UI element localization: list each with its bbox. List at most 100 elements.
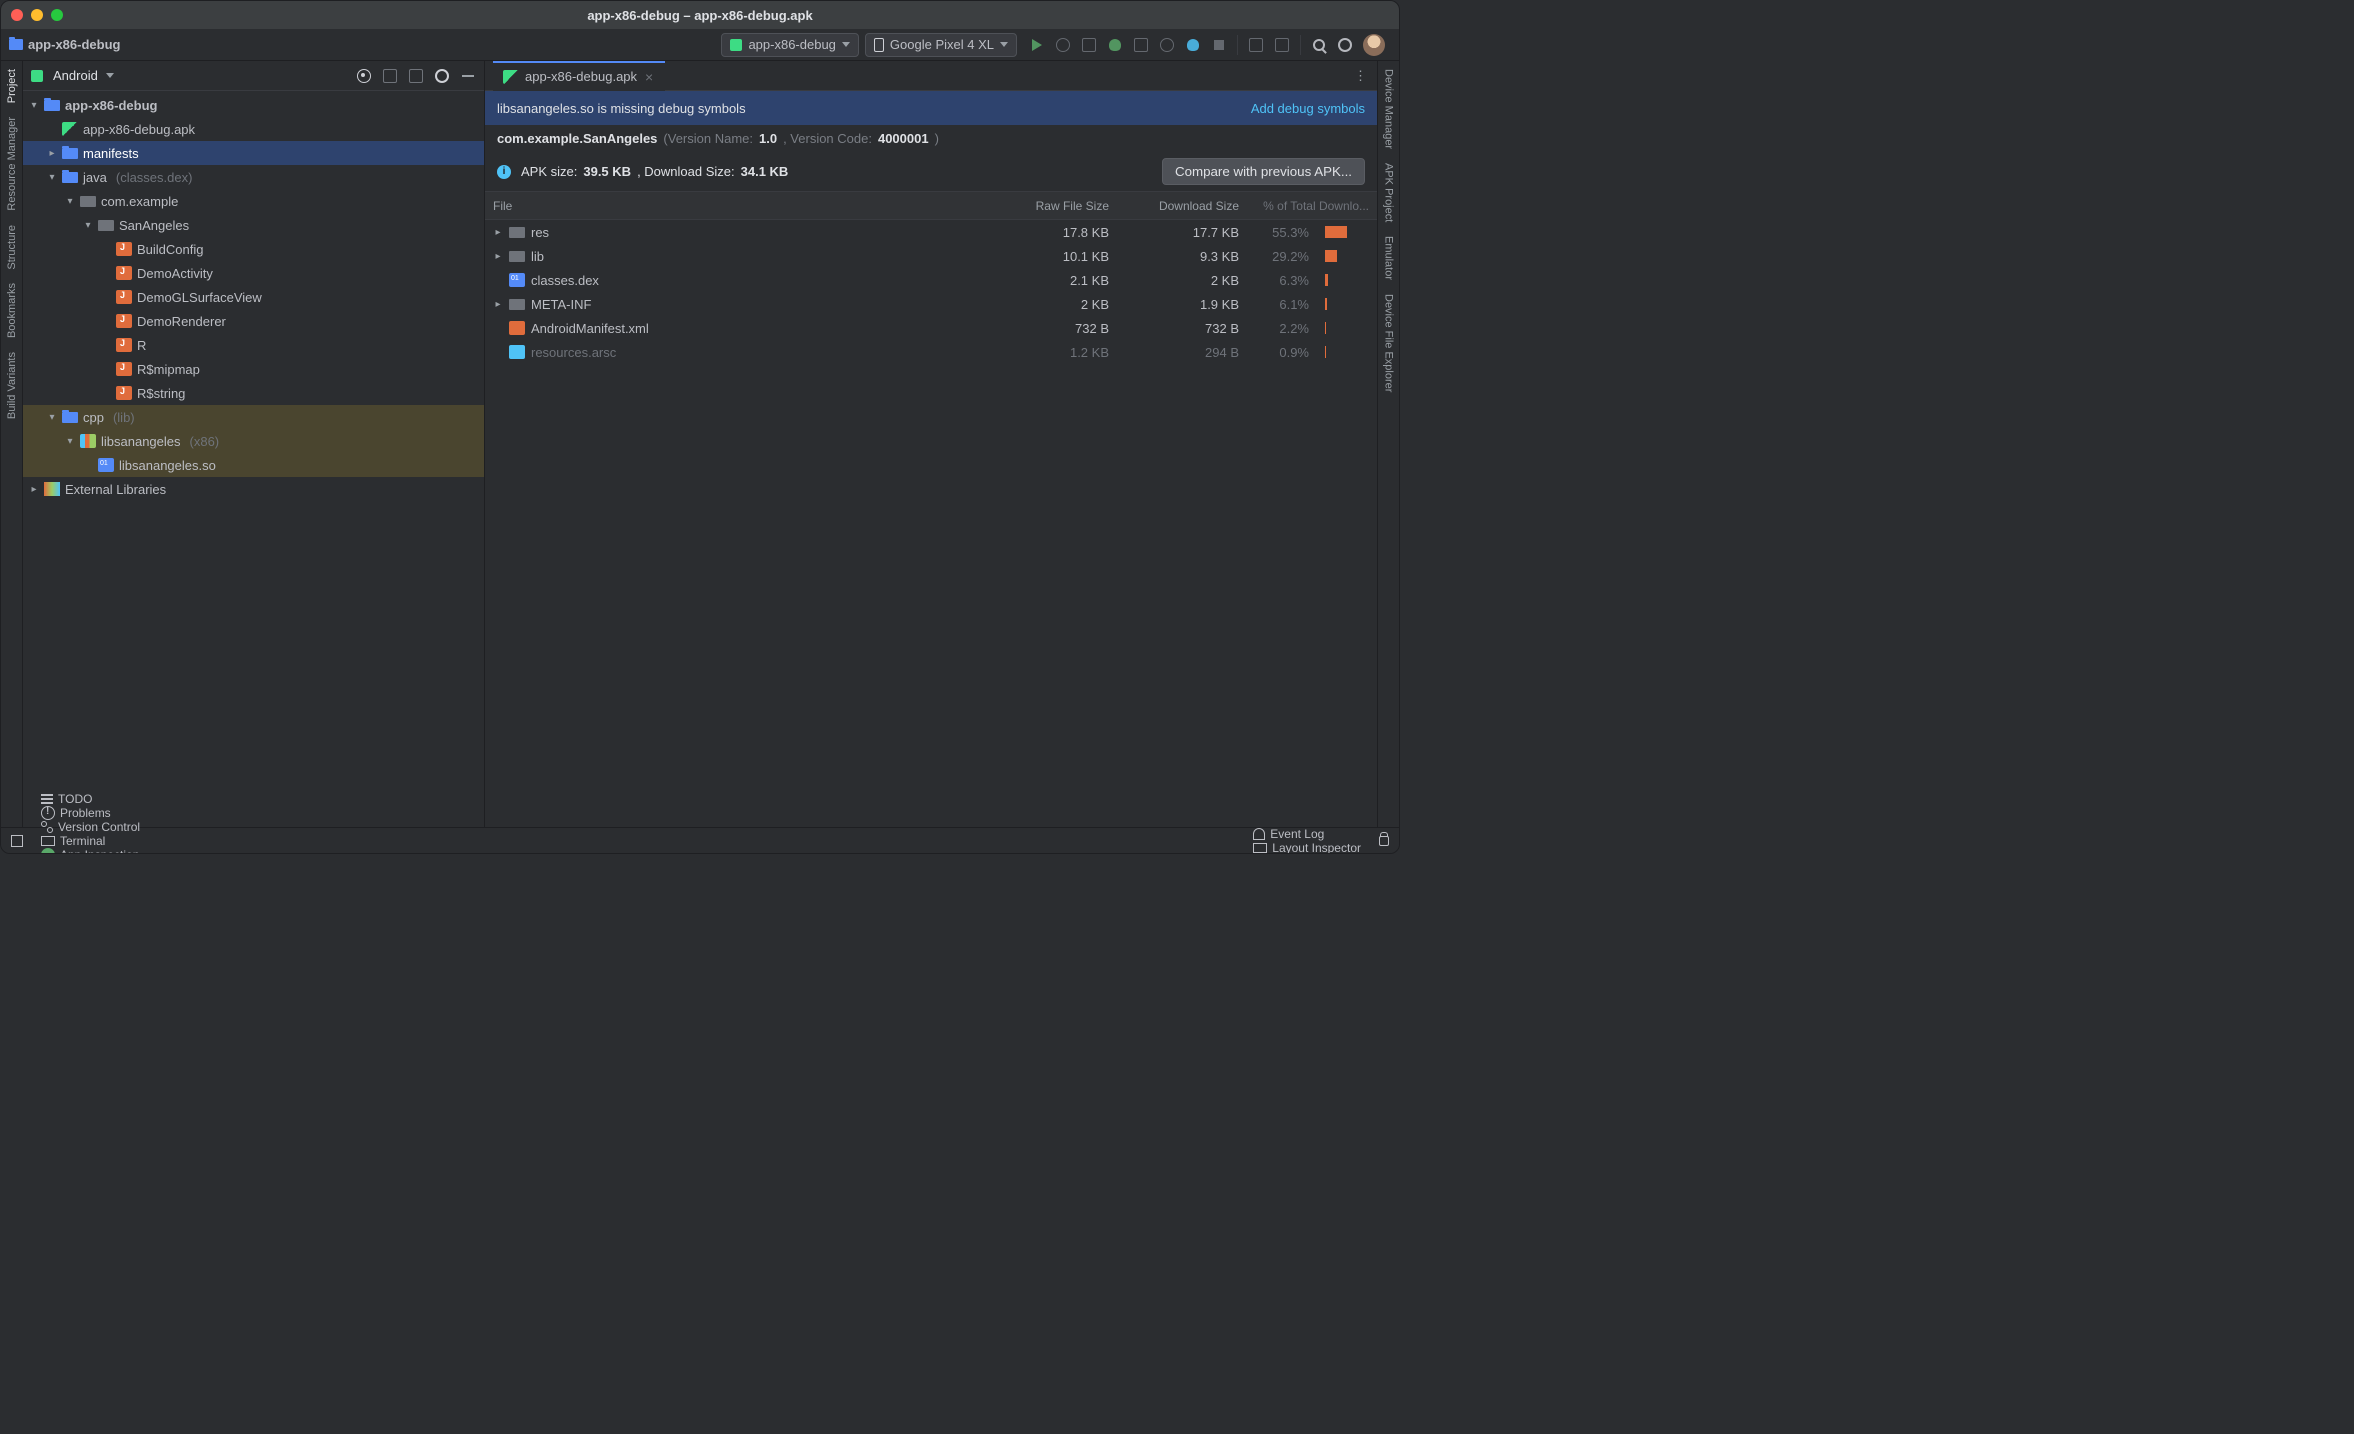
tool-window-tab[interactable]: Resource Manager [6,117,18,211]
window-zoom-icon[interactable] [51,9,63,21]
disclosure-arrow[interactable] [493,227,503,238]
disclosure-arrow[interactable] [83,220,93,231]
project-view-selector[interactable]: Android [53,68,98,83]
tool-window-tab[interactable]: Emulator [1383,236,1395,280]
status-bar-item[interactable]: Terminal [41,834,140,848]
rerun-button[interactable] [1055,37,1071,53]
col-header-pct[interactable]: % of Total Downlo... [1247,199,1377,213]
tool-window-tab[interactable]: Device Manager [1383,69,1395,149]
table-row[interactable]: META-INF2 KB1.9 KB6.1% [485,292,1377,316]
status-bar-item[interactable]: Layout Inspector [1253,841,1361,855]
editor-tab[interactable]: app-x86-debug.apk × [493,61,665,91]
project-tree[interactable]: app-x86-debugapp-x86-debug.apkmanifestsj… [23,91,484,827]
status-bar: TODO Problems Version Control Terminal A… [1,827,1399,853]
tree-row[interactable]: com.example [23,189,484,213]
status-bar-item[interactable]: TODO [41,792,140,806]
table-header-row: File Raw File Size Download Size % of To… [485,192,1377,220]
status-bar-item[interactable]: Event Log [1253,827,1361,841]
folder-icon [62,172,78,183]
disclosure-arrow[interactable] [47,412,57,423]
main-toolbar: app-x86-debug app-x86-debug Google Pixel… [1,29,1399,61]
tab-label: app-x86-debug.apk [525,69,637,84]
compare-apk-button[interactable]: Compare with previous APK... [1162,158,1365,185]
tree-row[interactable]: DemoActivity [23,261,484,285]
percentage-bar [1325,346,1326,358]
table-row[interactable]: resources.arsc1.2 KB294 B0.9% [485,340,1377,364]
disclosure-arrow[interactable] [65,196,75,207]
so-icon [509,273,525,287]
close-tab-button[interactable]: × [643,69,655,85]
apply-changes-icon[interactable] [1081,37,1097,53]
status-bar-item[interactable]: Version Control [41,820,140,834]
tree-row[interactable]: java(classes.dex) [23,165,484,189]
tree-row[interactable]: manifests [23,141,484,165]
tree-row[interactable]: SanAngeles [23,213,484,237]
tool-window-tab[interactable]: Build Variants [6,352,18,419]
add-debug-symbols-link[interactable]: Add debug symbols [1251,101,1365,116]
disclosure-arrow[interactable] [493,299,503,310]
debug-button[interactable] [1107,37,1123,53]
tree-row[interactable]: app-x86-debug.apk [23,117,484,141]
table-row[interactable]: res17.8 KB17.7 KB55.3% [485,220,1377,244]
table-row[interactable]: classes.dex2.1 KB2 KB6.3% [485,268,1377,292]
attach-debugger-icon[interactable] [1185,37,1201,53]
disclosure-arrow[interactable] [47,172,57,183]
branch-icon-icon [41,821,53,833]
window-minimize-icon[interactable] [31,9,43,21]
sync-icon[interactable] [1248,37,1264,53]
collapse-all-button[interactable] [408,68,424,84]
col-header-dl[interactable]: Download Size [1117,199,1247,213]
tree-row[interactable]: libsanangeles(x86) [23,429,484,453]
hide-panel-button[interactable] [460,68,476,84]
tool-window-tab[interactable]: Project [6,69,18,103]
profiler-icon[interactable] [1159,37,1175,53]
run-config-selector[interactable]: app-x86-debug [721,33,858,57]
tree-row[interactable]: DemoGLSurfaceView [23,285,484,309]
status-bar-item[interactable]: App Inspection [41,848,140,855]
tree-row[interactable]: DemoRenderer [23,309,484,333]
apk-size-row: i APK size: 39.5 KB , Download Size: 34.… [485,152,1377,191]
folder-icon [62,148,78,159]
window-close-icon[interactable] [11,9,23,21]
run-button[interactable] [1029,37,1045,53]
table-row[interactable]: lib10.1 KB9.3 KB29.2% [485,244,1377,268]
settings-button[interactable] [1337,37,1353,53]
col-header-raw[interactable]: Raw File Size [987,199,1117,213]
user-avatar[interactable] [1363,34,1385,56]
tree-row[interactable]: BuildConfig [23,237,484,261]
tool-window-tab[interactable]: APK Project [1383,163,1395,222]
tree-row[interactable]: R$mipmap [23,357,484,381]
tree-row[interactable]: cpp(lib) [23,405,484,429]
panel-settings-button[interactable] [434,68,450,84]
tree-row[interactable]: R [23,333,484,357]
select-opened-file-button[interactable] [356,68,372,84]
apk-file-table: File Raw File Size Download Size % of To… [485,191,1377,827]
avd-icon[interactable] [1274,37,1290,53]
tool-window-tab[interactable]: Structure [6,225,18,270]
disclosure-arrow[interactable] [47,148,57,159]
tabs-more-button[interactable]: ⋮ [1344,68,1377,84]
disclosure-arrow[interactable] [493,251,503,262]
expand-all-button[interactable] [382,68,398,84]
table-row[interactable]: AndroidManifest.xml732 B732 B2.2% [485,316,1377,340]
coverage-icon[interactable] [1133,37,1149,53]
col-header-file[interactable]: File [485,199,987,213]
tree-row[interactable]: R$string [23,381,484,405]
tree-row[interactable]: libsanangeles.so [23,453,484,477]
tree-row[interactable]: app-x86-debug [23,93,484,117]
device-selector[interactable]: Google Pixel 4 XL [865,33,1017,57]
disclosure-arrow[interactable] [65,436,75,447]
editor-area: app-x86-debug.apk × ⋮ libsanangeles.so i… [485,61,1377,827]
disclosure-arrow[interactable] [29,484,39,495]
tool-window-tab[interactable]: Device File Explorer [1383,294,1395,392]
tool-window-tab[interactable]: Bookmarks [6,283,18,338]
disclosure-arrow[interactable] [29,100,39,111]
stop-button[interactable] [1211,37,1227,53]
search-button[interactable] [1311,37,1327,53]
status-bar-item[interactable]: Problems [41,806,140,820]
status-notification-button[interactable] [11,835,23,847]
tree-row[interactable]: External Libraries [23,477,484,501]
breadcrumb[interactable]: app-x86-debug [9,37,120,52]
status-lock-icon[interactable] [1379,836,1389,846]
tree-label: External Libraries [65,482,166,497]
